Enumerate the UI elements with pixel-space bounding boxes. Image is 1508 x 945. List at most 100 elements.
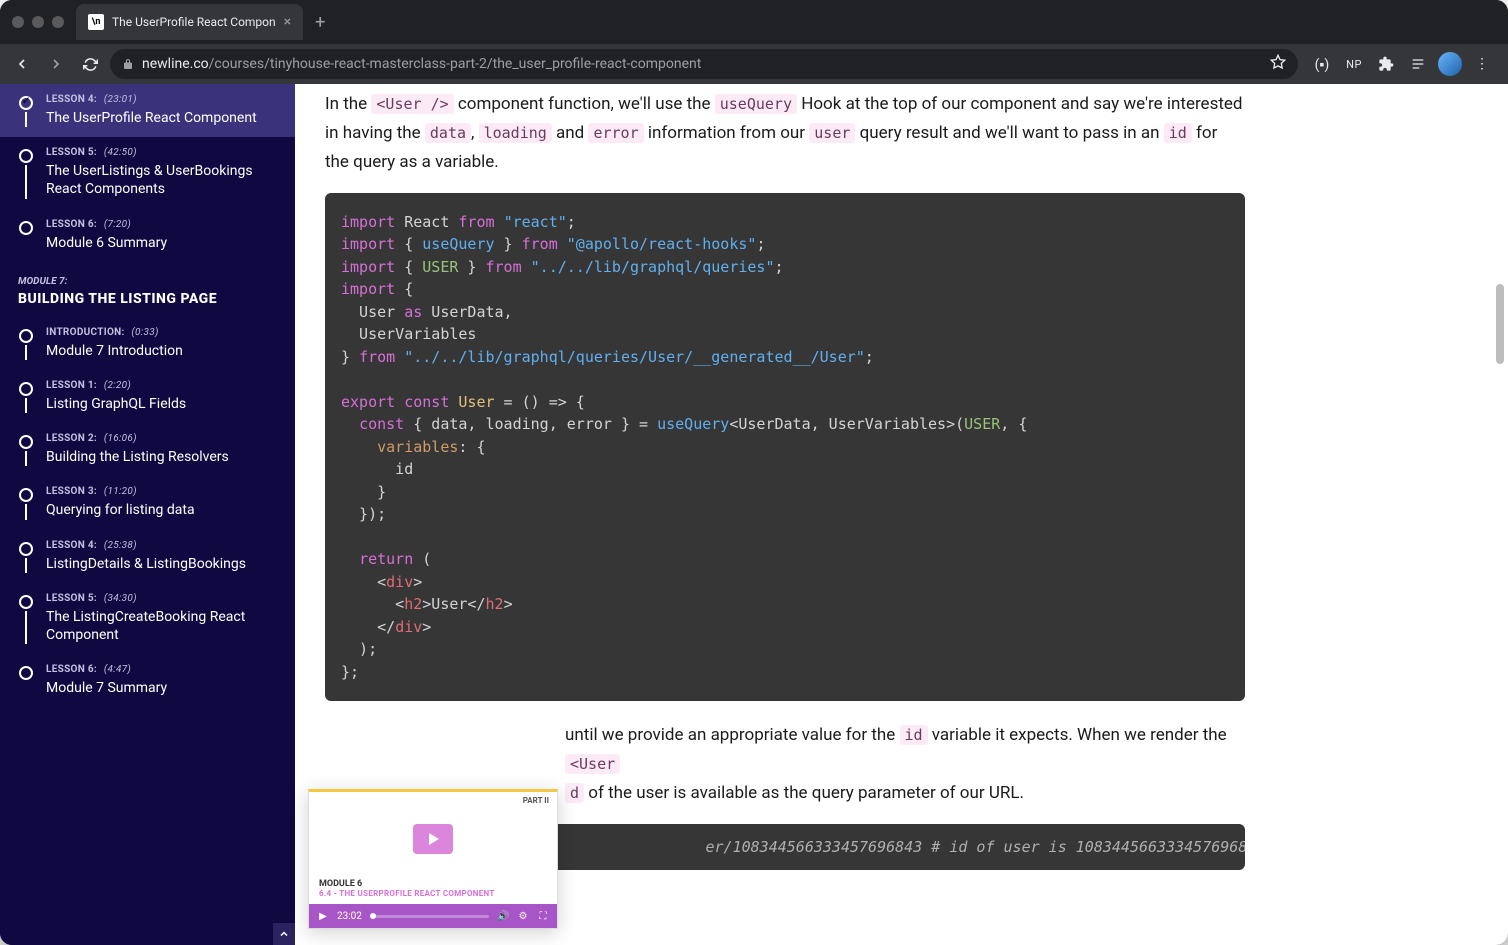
lesson-duration: (34:30) — [104, 593, 137, 604]
address-bar[interactable]: newline.co/courses/tinyhouse-react-maste… — [110, 49, 1298, 79]
url-text: newline.co/courses/tinyhouse-react-maste… — [142, 56, 701, 72]
lesson-meta: LESSON 5: — [46, 147, 97, 158]
collapse-sidebar-button[interactable] — [273, 923, 295, 945]
traffic-lights — [12, 16, 64, 28]
minimize-window-button[interactable] — [32, 16, 44, 28]
sidebar-item-m7-lesson-6[interactable]: LESSON 6: (4:47) Module 7 Summary — [0, 654, 295, 707]
lesson-bullet-icon — [19, 329, 33, 343]
sidebar-item-m7-lesson-5[interactable]: LESSON 5: (34:30) The ListingCreateBooki… — [0, 583, 295, 654]
inline-code: error — [588, 123, 643, 143]
lesson-title: Building the Listing Resolvers — [46, 448, 281, 466]
close-window-button[interactable] — [12, 16, 24, 28]
lesson-bullet-icon — [19, 435, 33, 449]
sidebar-item-intro[interactable]: INTRODUCTION: (0:33) Module 7 Introducti… — [0, 317, 295, 370]
video-slide: PART II MODULE 6 6.4 - THE USERPROFILE R… — [309, 792, 557, 904]
lesson-bullet-icon — [19, 221, 33, 235]
maximize-window-button[interactable] — [52, 16, 64, 28]
video-time: 23:02 — [337, 911, 362, 922]
sidebar-item-lesson-4[interactable]: LESSON 4: (23:01) The UserProfile React … — [0, 84, 295, 137]
module-label: MODULE 7: — [18, 276, 277, 287]
lesson-bullet-icon — [19, 149, 33, 163]
lesson-title: Module 7 Introduction — [46, 342, 281, 360]
video-mini-player[interactable]: PART II MODULE 6 6.4 - THE USERPROFILE R… — [308, 789, 558, 929]
lesson-meta: LESSON 3: — [46, 486, 97, 497]
lesson-meta: INTRODUCTION: — [46, 327, 125, 338]
menu-icon[interactable]: ⋮ — [1468, 50, 1496, 78]
browser-tab[interactable]: \n The UserProfile React Compon × — [76, 4, 303, 40]
forward-button[interactable] — [42, 50, 70, 78]
close-tab-icon[interactable]: × — [284, 14, 291, 30]
titlebar: \n The UserProfile React Compon × + — [0, 0, 1508, 44]
lesson-meta: LESSON 2: — [46, 433, 97, 444]
lesson-duration: (23:01) — [104, 94, 137, 105]
extensions-icon[interactable] — [1372, 50, 1400, 78]
lesson-duration: (25:38) — [104, 540, 137, 551]
inline-code: id — [900, 725, 928, 745]
lesson-duration: (42:50) — [104, 147, 137, 158]
lesson-meta: LESSON 5: — [46, 593, 97, 604]
lesson-title: Module 7 Summary — [46, 679, 281, 697]
inline-code: data — [425, 123, 471, 143]
video-seekbar[interactable] — [370, 915, 489, 918]
play-button[interactable] — [413, 824, 453, 854]
video-settings-icon[interactable]: ⚙ — [517, 911, 529, 922]
scrollbar-thumb[interactable] — [1496, 284, 1504, 364]
lesson-meta: LESSON 4: — [46, 540, 97, 551]
inline-code: id — [1164, 123, 1192, 143]
lesson-bullet-icon — [19, 542, 33, 556]
lesson-title: Module 6 Summary — [46, 234, 281, 252]
module-header: MODULE 7: BUILDING THE LISTING PAGE — [0, 262, 295, 317]
lesson-duration: (4:47) — [104, 664, 131, 675]
sidebar-item-m7-lesson-4[interactable]: LESSON 4: (25:38) ListingDetails & Listi… — [0, 530, 295, 583]
lesson-bullet-icon — [19, 382, 33, 396]
bookmark-star-icon[interactable] — [1270, 54, 1286, 74]
lesson-meta: LESSON 1: — [46, 380, 97, 391]
lesson-duration: (7:20) — [104, 219, 131, 230]
code-block-url: er/108344566333457696843 # id of user is… — [545, 824, 1245, 871]
back-button[interactable] — [8, 50, 36, 78]
sidebar-item-lesson-6[interactable]: LESSON 6: (7:20) Module 6 Summary — [0, 209, 295, 262]
video-play-icon[interactable]: ▶ — [317, 911, 329, 922]
reload-button[interactable] — [76, 50, 104, 78]
lesson-bullet-icon — [19, 488, 33, 502]
video-controls: ▶ 23:02 🔊 ⚙ ⛶ — [309, 904, 557, 928]
lesson-meta: LESSON 6: — [46, 219, 97, 230]
lesson-title: The UserListings & UserBookings React Co… — [46, 162, 281, 198]
inline-code: d — [565, 783, 584, 803]
sidebar-item-m7-lesson-1[interactable]: LESSON 1: (2:20) Listing GraphQL Fields — [0, 370, 295, 423]
lesson-bullet-icon — [19, 666, 33, 680]
lesson-title: Listing GraphQL Fields — [46, 395, 281, 413]
sidebar-item-m7-lesson-2[interactable]: LESSON 2: (16:06) Building the Listing R… — [0, 423, 295, 476]
tab-title: The UserProfile React Compon — [112, 15, 276, 29]
paragraph-1: In the <User /> component function, we'l… — [325, 90, 1245, 177]
sidebar-item-lesson-5[interactable]: LESSON 5: (42:50) The UserListings & Use… — [0, 137, 295, 208]
new-tab-button[interactable]: + — [315, 12, 325, 33]
lock-icon — [122, 58, 134, 70]
lesson-duration: (16:06) — [104, 433, 137, 444]
cast-icon[interactable]: (▪) — [1308, 50, 1336, 78]
reading-list-icon[interactable] — [1404, 50, 1432, 78]
browser-window: \n The UserProfile React Compon × + newl… — [0, 0, 1508, 945]
profile-avatar[interactable] — [1436, 50, 1464, 78]
video-fullscreen-icon[interactable]: ⛶ — [537, 911, 549, 922]
module-title: BUILDING THE LISTING PAGE — [18, 291, 277, 307]
slide-module: MODULE 6 — [319, 879, 495, 889]
lesson-title: Querying for listing data — [46, 501, 281, 519]
inline-code: loading — [479, 123, 552, 143]
lesson-meta: LESSON 6: — [46, 664, 97, 675]
course-sidebar: LESSON 4: (23:01) The UserProfile React … — [0, 84, 295, 945]
lesson-title: ListingDetails & ListingBookings — [46, 555, 281, 573]
lesson-title: The ListingCreateBooking React Component — [46, 608, 281, 644]
inline-code: <User — [565, 754, 620, 774]
lesson-duration: (11:20) — [104, 486, 137, 497]
video-volume-icon[interactable]: 🔊 — [497, 911, 509, 922]
inline-code: user — [809, 123, 855, 143]
inline-code: useQuery — [715, 94, 797, 114]
page-content: LESSON 4: (23:01) The UserProfile React … — [0, 84, 1508, 945]
inline-code: <User /> — [371, 94, 453, 114]
sidebar-item-m7-lesson-3[interactable]: LESSON 3: (11:20) Querying for listing d… — [0, 476, 295, 529]
favicon-icon: \n — [88, 14, 104, 30]
browser-toolbar: newline.co/courses/tinyhouse-react-maste… — [0, 44, 1508, 84]
np-badge[interactable]: NP — [1340, 50, 1368, 78]
lesson-title: The UserProfile React Component — [46, 109, 281, 127]
